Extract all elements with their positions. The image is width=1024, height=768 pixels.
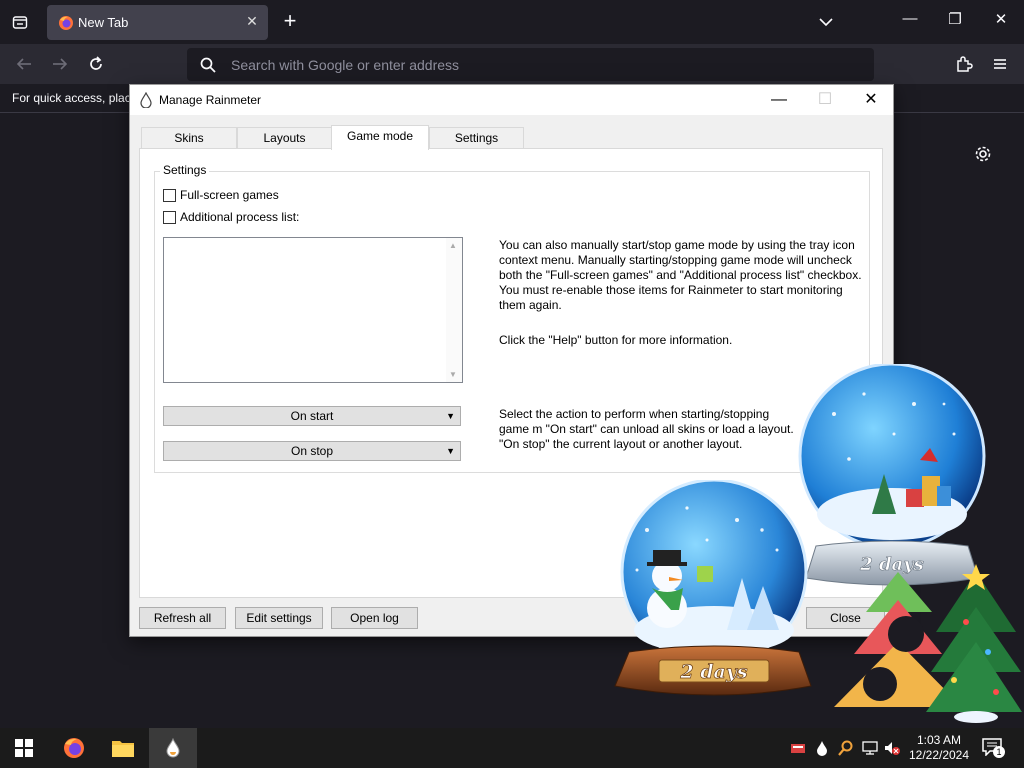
action-description-text: Select the action to perform when starti… bbox=[499, 407, 794, 451]
dialog-close-button[interactable]: ✕ bbox=[856, 89, 886, 111]
dialog-maximize-button: ☐ bbox=[817, 91, 833, 108]
dropdown-arrow-icon: ▼ bbox=[446, 411, 455, 421]
on-stop-dropdown[interactable]: On stop ▼ bbox=[163, 441, 461, 461]
firefox-logo-icon bbox=[64, 738, 84, 758]
windows-taskbar: 1:03 AM 12/22/2024 1 bbox=[0, 728, 1024, 768]
start-button[interactable] bbox=[0, 728, 48, 768]
back-arrow-icon bbox=[16, 58, 31, 70]
christmas-tree-widget[interactable] bbox=[826, 562, 1022, 727]
dialog-titlebar[interactable]: Manage Rainmeter — ☐ ✕ bbox=[130, 85, 893, 115]
search-icon bbox=[200, 57, 216, 73]
back-button[interactable] bbox=[13, 53, 35, 75]
rainmeter-drop-icon bbox=[166, 738, 180, 758]
christmas-tree-image bbox=[834, 564, 1022, 723]
tab-layouts[interactable]: Layouts bbox=[237, 127, 332, 149]
tab-settings[interactable]: Settings bbox=[429, 127, 524, 149]
address-bar[interactable] bbox=[187, 48, 874, 81]
on-stop-value: On stop bbox=[290, 444, 334, 458]
firefox-view-button[interactable] bbox=[8, 10, 32, 34]
gear-icon bbox=[975, 146, 991, 162]
tab-close-icon[interactable]: ✕ bbox=[243, 13, 261, 30]
browser-tab-bar: New Tab ✕ + — ❐ ✕ bbox=[0, 0, 1024, 44]
forward-arrow-icon bbox=[53, 58, 68, 70]
new-tab-button[interactable]: + bbox=[280, 9, 300, 33]
bookmarks-toolbar-hint: For quick access, plac bbox=[12, 91, 131, 105]
firefox-view-icon bbox=[12, 16, 28, 29]
help-hint-text: Click the "Help" button for more informa… bbox=[499, 333, 733, 347]
snow-globe-widget-left[interactable]: 2 days bbox=[607, 478, 817, 702]
snow-globe-left-image: 2 days bbox=[614, 478, 812, 696]
tab-new-tab[interactable]: New Tab ✕ bbox=[47, 5, 268, 40]
browser-nav-bar bbox=[0, 44, 1024, 84]
scroll-down-icon[interactable]: ▼ bbox=[449, 370, 457, 379]
on-start-value: On start bbox=[290, 409, 334, 423]
chevron-down-icon bbox=[819, 18, 833, 27]
open-log-button[interactable]: Open log bbox=[331, 607, 418, 629]
system-clock[interactable]: 1:03 AM 12/22/2024 bbox=[903, 733, 975, 763]
windows-logo-icon bbox=[15, 739, 33, 757]
app-menu-button[interactable] bbox=[989, 53, 1011, 75]
extensions-button[interactable] bbox=[953, 53, 975, 75]
countdown-label-left: 2 days bbox=[679, 661, 747, 683]
process-list-box[interactable]: ▲ ▼ bbox=[163, 237, 463, 383]
tray-search-icon[interactable] bbox=[838, 740, 854, 756]
snow-globe-widget-right[interactable]: 2 days bbox=[794, 362, 992, 594]
on-start-dropdown[interactable]: On start ▼ bbox=[163, 406, 461, 426]
edit-settings-button[interactable]: Edit settings bbox=[235, 607, 323, 629]
fullscreen-games-label: Full-screen games bbox=[180, 188, 279, 202]
dialog-minimize-button[interactable]: — bbox=[764, 89, 794, 111]
forward-button[interactable] bbox=[49, 53, 71, 75]
notification-center-button[interactable]: 1 bbox=[982, 738, 1005, 758]
settings-groupbox: Settings Full-screen games Additional pr… bbox=[154, 163, 870, 473]
process-list-scrollbar[interactable]: ▲ ▼ bbox=[446, 238, 462, 382]
taskbar-rainmeter[interactable] bbox=[149, 728, 197, 768]
folder-icon bbox=[112, 741, 134, 757]
tab-game-mode[interactable]: Game mode bbox=[331, 125, 429, 150]
rainmeter-drop-icon bbox=[140, 92, 152, 108]
fullscreen-games-checkbox[interactable] bbox=[163, 188, 176, 202]
dropdown-arrow-icon: ▼ bbox=[446, 446, 455, 456]
window-maximize-button[interactable]: ❐ bbox=[945, 10, 965, 32]
address-input[interactable] bbox=[231, 54, 831, 76]
taskbar-file-explorer[interactable] bbox=[99, 728, 147, 768]
tray-network-drive-icon[interactable] bbox=[790, 740, 806, 756]
tray-volume-muted-icon[interactable] bbox=[884, 740, 900, 756]
fullscreen-games-option[interactable]: Full-screen games bbox=[163, 187, 279, 203]
firefox-logo-icon bbox=[59, 16, 73, 30]
refresh-all-button[interactable]: Refresh all bbox=[139, 607, 226, 629]
dialog-title: Manage Rainmeter bbox=[159, 93, 262, 107]
puzzle-piece-icon bbox=[957, 56, 973, 72]
reload-button[interactable] bbox=[85, 53, 107, 75]
additional-process-option[interactable]: Additional process list: bbox=[163, 209, 299, 225]
group-label: Settings bbox=[160, 163, 210, 177]
list-all-tabs-button[interactable] bbox=[816, 12, 836, 32]
scroll-up-icon[interactable]: ▲ bbox=[449, 241, 457, 250]
clock-time: 1:03 AM bbox=[916, 733, 962, 747]
additional-process-label: Additional process list: bbox=[180, 210, 300, 224]
hamburger-menu-icon bbox=[994, 59, 1006, 69]
newtab-settings-button[interactable] bbox=[973, 144, 993, 164]
additional-process-checkbox[interactable] bbox=[163, 210, 176, 224]
tab-skins[interactable]: Skins bbox=[141, 127, 237, 149]
tray-network-icon[interactable] bbox=[862, 740, 878, 756]
snow-globe-right-image: 2 days bbox=[798, 362, 986, 586]
tray-rainmeter-icon[interactable] bbox=[814, 740, 830, 756]
tab-title: New Tab bbox=[78, 15, 129, 30]
game-mode-info-text: You can also manually start/stop game mo… bbox=[499, 238, 862, 312]
window-close-button[interactable]: ✕ bbox=[991, 10, 1011, 32]
taskbar-firefox[interactable] bbox=[50, 728, 98, 768]
reload-icon bbox=[90, 56, 102, 70]
notification-count-badge: 1 bbox=[993, 746, 1005, 758]
clock-date: 12/22/2024 bbox=[908, 748, 970, 762]
window-minimize-button[interactable]: — bbox=[900, 10, 920, 32]
